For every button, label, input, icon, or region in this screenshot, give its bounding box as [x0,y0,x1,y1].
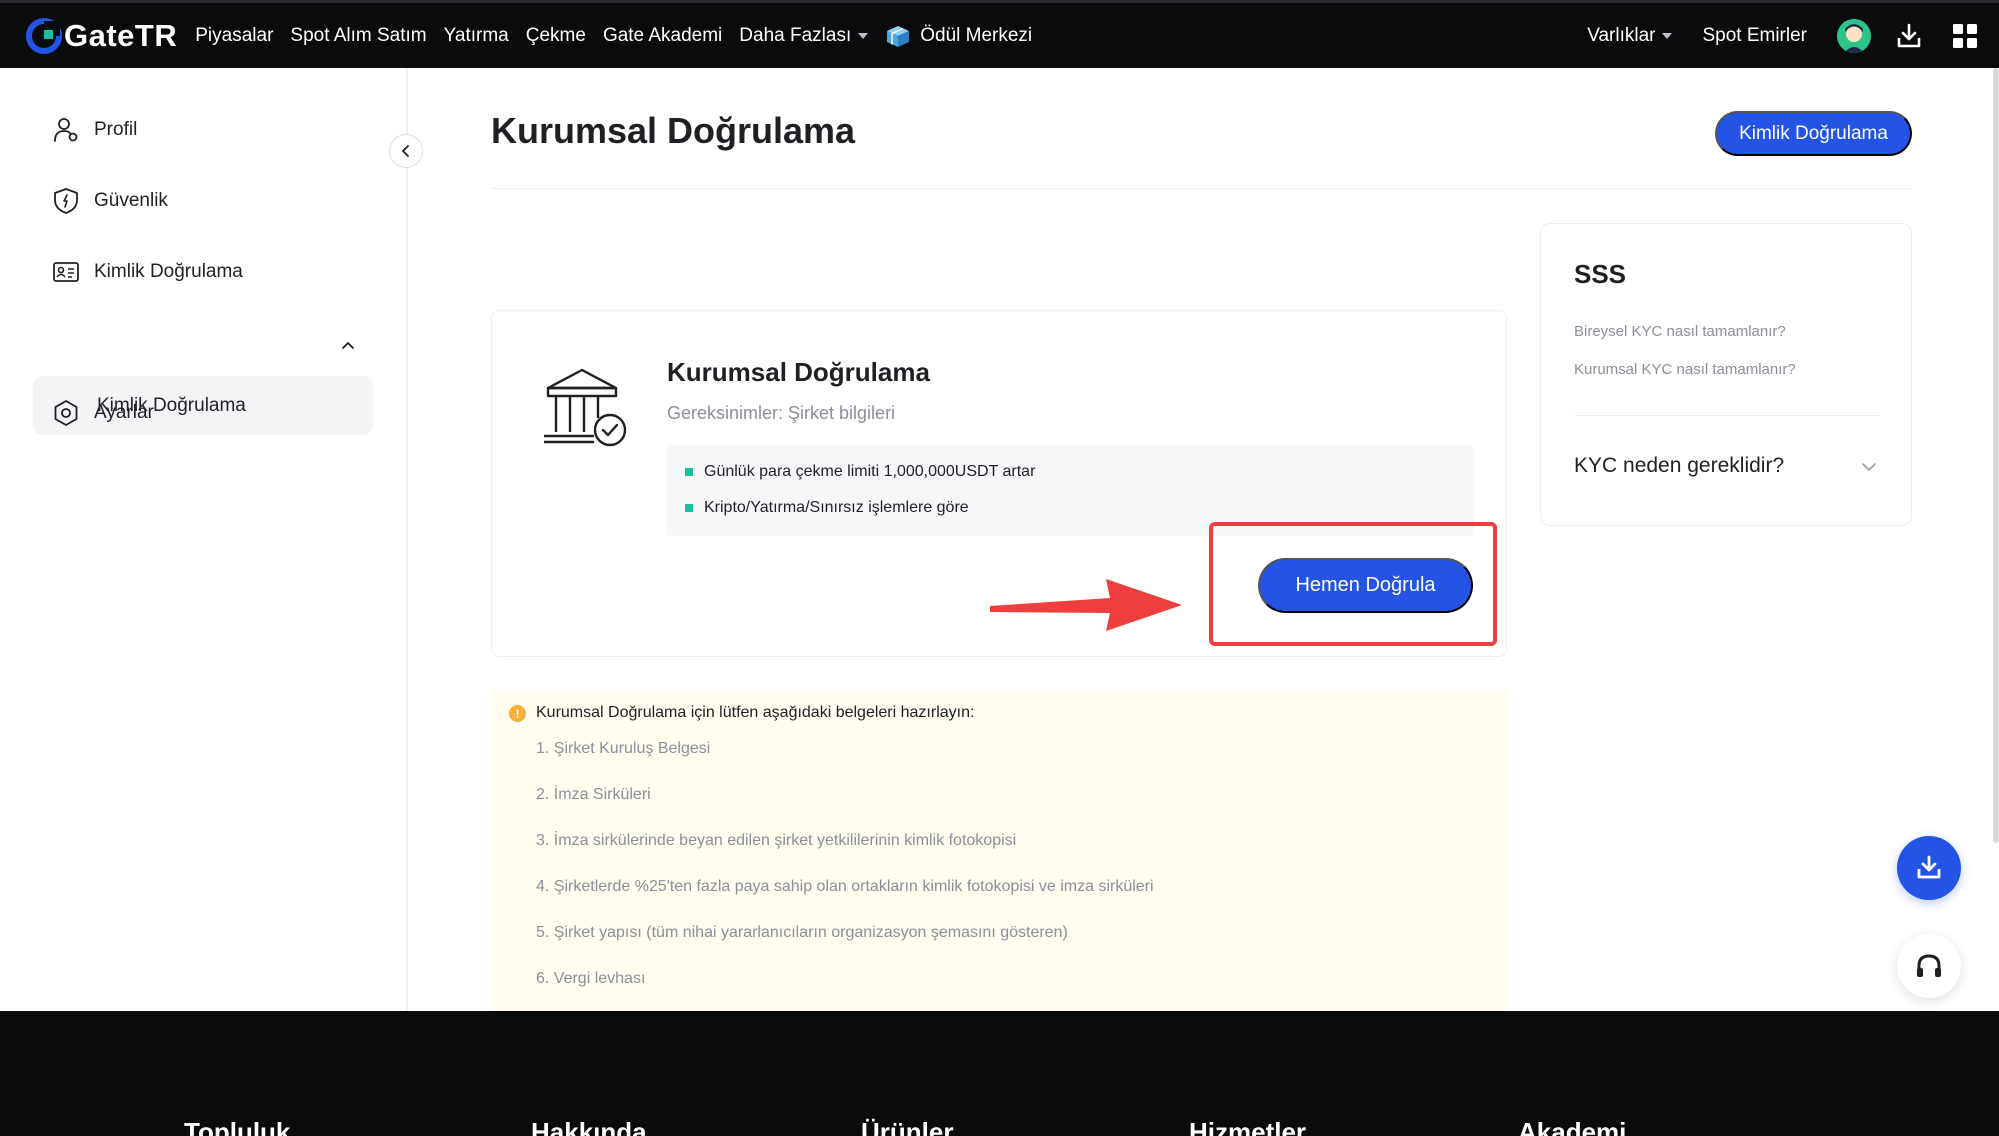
caret-down-icon [858,32,869,39]
gift-box-icon [887,25,910,47]
benefit-text: Kripto/Yatırma/Sınırsız işlemlere göre [704,499,969,516]
faq-link-individual-kyc[interactable]: Bireysel KYC nasıl tamamlanır? [1574,323,1786,340]
top-navigation: GateTR Piyasalar Spot Alım Satım Yatırma… [0,0,1999,68]
chevron-left-icon [402,145,409,157]
user-icon [54,118,78,142]
list-item: Günlük para çekme limiti 1,000,000USDT a… [685,461,1474,483]
sidebar-collapse-button[interactable] [389,134,423,168]
list-item: 1. Şirket Kuruluş Belgesi [536,740,711,757]
nav-rewards[interactable]: Ödül Merkezi [885,24,1032,48]
sidebar-item-profile[interactable]: Profil [52,116,137,144]
footer: Topluluk Hakkında Ürünler Hizmetler Akad… [0,1011,1999,1136]
list-item: 4. Şirketlerde %25'ten fazla paya sahip … [536,878,1154,895]
sidebar-item-identity[interactable]: Kimlik Doğrulama [52,258,243,286]
footer-heading-products: Ürünler [861,1117,954,1136]
list-item: 3. İmza sirkülerinde beyan edilen şirket… [536,832,1017,849]
footer-heading-services: Hizmetler [1189,1117,1307,1136]
page-title: Kurumsal Doğrulama [491,110,856,151]
list-item: 6. Vergi levhası [536,970,646,987]
sidebar-item-security[interactable]: Güvenlik [52,187,168,215]
avatar[interactable] [1837,18,1871,53]
shield-icon [54,188,78,214]
nav-deposit[interactable]: Yatırma [444,25,509,47]
gatetr-logo[interactable]: GateTR [26,16,177,56]
faq-link-corporate-kyc[interactable]: Kurumsal KYC nasıl tamamlanır? [1574,361,1796,378]
divider [491,188,1912,189]
logo-text: GateTR [64,17,178,53]
nav-right-group: Varlıklar Spot Emirler [1587,3,1979,68]
list-item: 5. Şirket yapısı (tüm nihai yararlanıcıl… [536,924,1068,941]
footer-heading-academy: Akademi [1518,1117,1627,1136]
nav-withdraw[interactable]: Çekme [526,25,586,47]
faq-panel: SSS Bireysel KYC nasıl tamamlanır? Kurum… [1540,223,1912,526]
sidebar-item-label: Güvenlik [94,190,168,211]
sidebar: Profil Güvenlik Kimlik Doğrulama Kimlik … [0,68,408,1011]
faq-title: SSS [1574,259,1627,289]
documents-notice: ! Kurumsal Doğrulama için lütfen aşağıda… [491,690,1507,1011]
gate-logo-icon [26,17,62,54]
avatar-face-icon [1837,18,1871,53]
annotation-arrow-icon [990,579,1182,631]
faq-question-why-kyc[interactable]: KYC neden gereklidir? [1574,454,1784,478]
footer-heading-community: Topluluk [184,1117,291,1136]
floating-download-button[interactable] [1897,836,1961,900]
download-icon[interactable] [1895,22,1923,50]
apps-grid-icon[interactable] [1951,22,1979,50]
nav-more-label: Daha Fazlası [739,24,852,46]
card-title: Kurumsal Doğrulama [667,357,930,387]
sidebar-item-label: Ayarlar [94,402,154,423]
sidebar-item-settings[interactable]: Ayarlar [52,399,154,427]
chevron-up-icon[interactable] [340,338,356,354]
scrollbar[interactable] [1993,68,1999,843]
list-item: Kripto/Yatırma/Sınırsız işlemlere göre [685,497,1474,519]
caret-down-icon [1662,32,1673,39]
nav-assets-label: Varlıklar [1587,24,1656,46]
benefit-text: Günlük para çekme limiti 1,000,000USDT a… [704,463,1036,480]
nav-academy[interactable]: Gate Akademi [603,25,722,47]
info-icon: ! [509,705,526,722]
nav-assets[interactable]: Varlıklar [1587,24,1673,47]
sidebar-item-label: Kimlik Doğrulama [94,261,243,282]
id-card-icon [53,262,79,282]
nav-spot-orders[interactable]: Spot Emirler [1702,25,1807,47]
nav-more[interactable]: Daha Fazlası [739,24,869,47]
support-button[interactable] [1897,934,1961,998]
divider [1574,415,1880,416]
identity-verification-button[interactable]: Kimlik Doğrulama [1715,111,1912,156]
card-requirements: Gereksinimler: Şirket bilgileri [667,403,896,423]
nav-markets[interactable]: Piyasalar [195,25,273,47]
nav-spot-trade[interactable]: Spot Alım Satım [290,25,426,47]
chevron-down-icon[interactable] [1859,457,1879,477]
headphones-icon [1917,954,1941,977]
bullet-icon [685,504,693,512]
list-item: 2. İmza Sirküleri [536,786,651,803]
bullet-icon [685,468,693,476]
download-icon [1917,855,1941,879]
settings-icon [54,400,78,426]
nav-rewards-label: Ödül Merkezi [920,24,1033,46]
verify-now-button[interactable]: Hemen Doğrula [1258,558,1473,613]
footer-heading-about: Hakkında [531,1117,647,1136]
bank-verified-icon [544,368,627,447]
notice-title: Kurumsal Doğrulama için lütfen aşağıdaki… [536,704,975,721]
sidebar-item-label: Profil [94,119,138,140]
